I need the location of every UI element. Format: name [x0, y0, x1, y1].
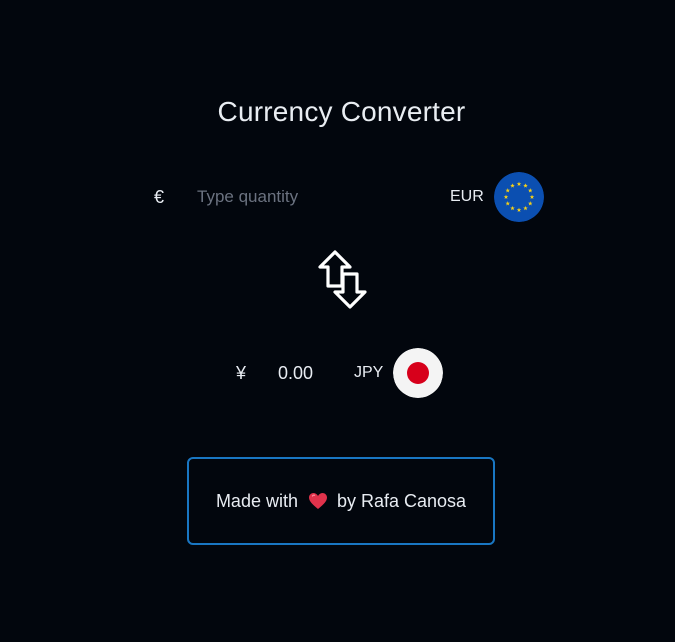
eu-flag-icon[interactable] — [493, 172, 544, 222]
to-currency-symbol: ¥ — [236, 362, 247, 383]
to-currency-code: JPY — [354, 364, 384, 381]
quantity-input[interactable] — [197, 187, 407, 207]
from-currency-code: EUR — [450, 188, 484, 205]
converted-value: 0.00 — [278, 362, 314, 383]
japan-flag-icon[interactable] — [393, 348, 444, 398]
currency-converter-app: Currency Converter € EUR ¥ 0.00 JPY Made… — [0, 0, 675, 642]
to-currency-row: ¥ 0.00 JPY — [236, 348, 444, 398]
page-title: Currency Converter — [217, 96, 466, 127]
from-currency-symbol: € — [154, 186, 165, 207]
swap-arrows-icon — [318, 250, 367, 309]
swap-currencies-button[interactable] — [315, 249, 369, 311]
from-currency-row: € EUR — [154, 172, 544, 222]
heart-icon — [308, 493, 327, 509]
credits-prefix: Made with — [215, 490, 298, 511]
credits-card: Made with by Rafa Canosa — [187, 457, 495, 545]
credits-suffix: by Rafa Canosa — [336, 490, 467, 511]
